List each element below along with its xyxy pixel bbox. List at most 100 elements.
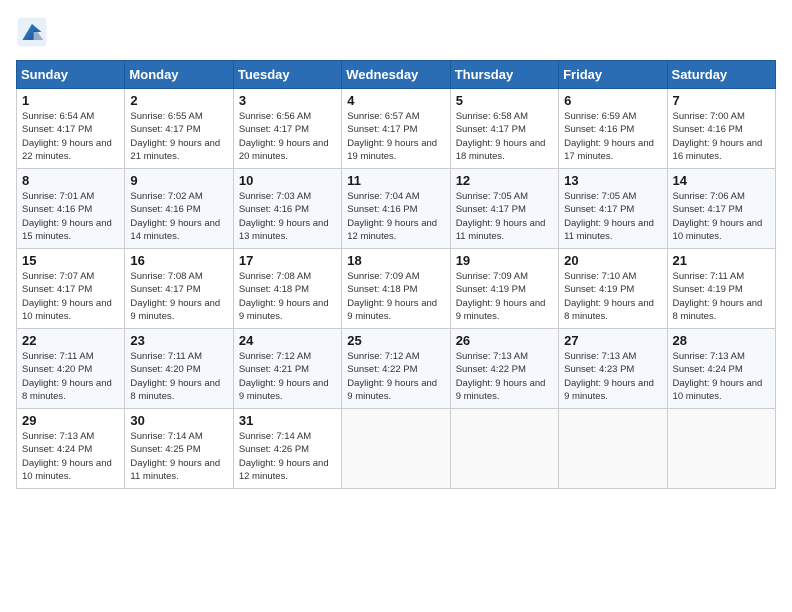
calendar-cell: 27 Sunrise: 7:13 AM Sunset: 4:23 PM Dayl… (559, 329, 667, 409)
cell-content: Sunrise: 6:57 AM Sunset: 4:17 PM Dayligh… (347, 110, 444, 163)
calendar-cell: 13 Sunrise: 7:05 AM Sunset: 4:17 PM Dayl… (559, 169, 667, 249)
day-number: 16 (130, 253, 227, 268)
header-day: Monday (125, 61, 233, 89)
calendar-cell: 14 Sunrise: 7:06 AM Sunset: 4:17 PM Dayl… (667, 169, 775, 249)
day-number: 28 (673, 333, 770, 348)
calendar-cell: 29 Sunrise: 7:13 AM Sunset: 4:24 PM Dayl… (17, 409, 125, 489)
cell-content: Sunrise: 7:09 AM Sunset: 4:19 PM Dayligh… (456, 270, 553, 323)
day-number: 20 (564, 253, 661, 268)
header-row: SundayMondayTuesdayWednesdayThursdayFrid… (17, 61, 776, 89)
day-number: 30 (130, 413, 227, 428)
header-day: Wednesday (342, 61, 450, 89)
cell-content: Sunrise: 7:11 AM Sunset: 4:19 PM Dayligh… (673, 270, 770, 323)
day-number: 5 (456, 93, 553, 108)
day-number: 22 (22, 333, 119, 348)
day-number: 17 (239, 253, 336, 268)
calendar-cell: 9 Sunrise: 7:02 AM Sunset: 4:16 PM Dayli… (125, 169, 233, 249)
calendar-cell: 23 Sunrise: 7:11 AM Sunset: 4:20 PM Dayl… (125, 329, 233, 409)
day-number: 4 (347, 93, 444, 108)
calendar-week-row: 15 Sunrise: 7:07 AM Sunset: 4:17 PM Dayl… (17, 249, 776, 329)
calendar-cell: 3 Sunrise: 6:56 AM Sunset: 4:17 PM Dayli… (233, 89, 341, 169)
day-number: 8 (22, 173, 119, 188)
day-number: 11 (347, 173, 444, 188)
cell-content: Sunrise: 7:13 AM Sunset: 4:23 PM Dayligh… (564, 350, 661, 403)
cell-content: Sunrise: 6:58 AM Sunset: 4:17 PM Dayligh… (456, 110, 553, 163)
day-number: 23 (130, 333, 227, 348)
day-number: 31 (239, 413, 336, 428)
calendar-cell (559, 409, 667, 489)
calendar-cell: 21 Sunrise: 7:11 AM Sunset: 4:19 PM Dayl… (667, 249, 775, 329)
day-number: 24 (239, 333, 336, 348)
header-day: Friday (559, 61, 667, 89)
calendar-cell: 25 Sunrise: 7:12 AM Sunset: 4:22 PM Dayl… (342, 329, 450, 409)
calendar-week-row: 22 Sunrise: 7:11 AM Sunset: 4:20 PM Dayl… (17, 329, 776, 409)
cell-content: Sunrise: 7:08 AM Sunset: 4:17 PM Dayligh… (130, 270, 227, 323)
calendar-week-row: 29 Sunrise: 7:13 AM Sunset: 4:24 PM Dayl… (17, 409, 776, 489)
cell-content: Sunrise: 7:11 AM Sunset: 4:20 PM Dayligh… (22, 350, 119, 403)
logo-icon (16, 16, 48, 48)
cell-content: Sunrise: 7:12 AM Sunset: 4:21 PM Dayligh… (239, 350, 336, 403)
header-day: Thursday (450, 61, 558, 89)
day-number: 21 (673, 253, 770, 268)
calendar-cell: 17 Sunrise: 7:08 AM Sunset: 4:18 PM Dayl… (233, 249, 341, 329)
calendar-cell: 19 Sunrise: 7:09 AM Sunset: 4:19 PM Dayl… (450, 249, 558, 329)
day-number: 29 (22, 413, 119, 428)
calendar-cell: 24 Sunrise: 7:12 AM Sunset: 4:21 PM Dayl… (233, 329, 341, 409)
calendar-cell: 15 Sunrise: 7:07 AM Sunset: 4:17 PM Dayl… (17, 249, 125, 329)
cell-content: Sunrise: 7:09 AM Sunset: 4:18 PM Dayligh… (347, 270, 444, 323)
cell-content: Sunrise: 7:14 AM Sunset: 4:25 PM Dayligh… (130, 430, 227, 483)
calendar-week-row: 1 Sunrise: 6:54 AM Sunset: 4:17 PM Dayli… (17, 89, 776, 169)
calendar-cell: 28 Sunrise: 7:13 AM Sunset: 4:24 PM Dayl… (667, 329, 775, 409)
cell-content: Sunrise: 7:00 AM Sunset: 4:16 PM Dayligh… (673, 110, 770, 163)
calendar-cell: 16 Sunrise: 7:08 AM Sunset: 4:17 PM Dayl… (125, 249, 233, 329)
page-header (16, 16, 776, 48)
calendar-cell: 31 Sunrise: 7:14 AM Sunset: 4:26 PM Dayl… (233, 409, 341, 489)
day-number: 27 (564, 333, 661, 348)
day-number: 26 (456, 333, 553, 348)
cell-content: Sunrise: 7:12 AM Sunset: 4:22 PM Dayligh… (347, 350, 444, 403)
day-number: 2 (130, 93, 227, 108)
day-number: 12 (456, 173, 553, 188)
calendar-cell: 20 Sunrise: 7:10 AM Sunset: 4:19 PM Dayl… (559, 249, 667, 329)
logo (16, 16, 52, 48)
day-number: 18 (347, 253, 444, 268)
calendar-cell (450, 409, 558, 489)
calendar-cell: 18 Sunrise: 7:09 AM Sunset: 4:18 PM Dayl… (342, 249, 450, 329)
calendar-cell: 7 Sunrise: 7:00 AM Sunset: 4:16 PM Dayli… (667, 89, 775, 169)
day-number: 1 (22, 93, 119, 108)
cell-content: Sunrise: 7:14 AM Sunset: 4:26 PM Dayligh… (239, 430, 336, 483)
calendar-cell: 22 Sunrise: 7:11 AM Sunset: 4:20 PM Dayl… (17, 329, 125, 409)
header-day: Saturday (667, 61, 775, 89)
header-day: Sunday (17, 61, 125, 89)
cell-content: Sunrise: 7:07 AM Sunset: 4:17 PM Dayligh… (22, 270, 119, 323)
calendar-cell: 4 Sunrise: 6:57 AM Sunset: 4:17 PM Dayli… (342, 89, 450, 169)
cell-content: Sunrise: 7:03 AM Sunset: 4:16 PM Dayligh… (239, 190, 336, 243)
day-number: 3 (239, 93, 336, 108)
day-number: 9 (130, 173, 227, 188)
calendar-cell (667, 409, 775, 489)
calendar-cell: 11 Sunrise: 7:04 AM Sunset: 4:16 PM Dayl… (342, 169, 450, 249)
cell-content: Sunrise: 6:59 AM Sunset: 4:16 PM Dayligh… (564, 110, 661, 163)
cell-content: Sunrise: 7:10 AM Sunset: 4:19 PM Dayligh… (564, 270, 661, 323)
cell-content: Sunrise: 7:13 AM Sunset: 4:22 PM Dayligh… (456, 350, 553, 403)
cell-content: Sunrise: 7:06 AM Sunset: 4:17 PM Dayligh… (673, 190, 770, 243)
cell-content: Sunrise: 7:08 AM Sunset: 4:18 PM Dayligh… (239, 270, 336, 323)
cell-content: Sunrise: 7:01 AM Sunset: 4:16 PM Dayligh… (22, 190, 119, 243)
day-number: 15 (22, 253, 119, 268)
day-number: 10 (239, 173, 336, 188)
calendar-cell: 5 Sunrise: 6:58 AM Sunset: 4:17 PM Dayli… (450, 89, 558, 169)
cell-content: Sunrise: 7:05 AM Sunset: 4:17 PM Dayligh… (456, 190, 553, 243)
calendar-cell: 2 Sunrise: 6:55 AM Sunset: 4:17 PM Dayli… (125, 89, 233, 169)
cell-content: Sunrise: 7:02 AM Sunset: 4:16 PM Dayligh… (130, 190, 227, 243)
day-number: 6 (564, 93, 661, 108)
cell-content: Sunrise: 7:13 AM Sunset: 4:24 PM Dayligh… (673, 350, 770, 403)
calendar-cell: 6 Sunrise: 6:59 AM Sunset: 4:16 PM Dayli… (559, 89, 667, 169)
calendar-cell: 10 Sunrise: 7:03 AM Sunset: 4:16 PM Dayl… (233, 169, 341, 249)
calendar-cell (342, 409, 450, 489)
calendar-table: SundayMondayTuesdayWednesdayThursdayFrid… (16, 60, 776, 489)
calendar-cell: 26 Sunrise: 7:13 AM Sunset: 4:22 PM Dayl… (450, 329, 558, 409)
day-number: 14 (673, 173, 770, 188)
calendar-week-row: 8 Sunrise: 7:01 AM Sunset: 4:16 PM Dayli… (17, 169, 776, 249)
header-day: Tuesday (233, 61, 341, 89)
cell-content: Sunrise: 6:56 AM Sunset: 4:17 PM Dayligh… (239, 110, 336, 163)
